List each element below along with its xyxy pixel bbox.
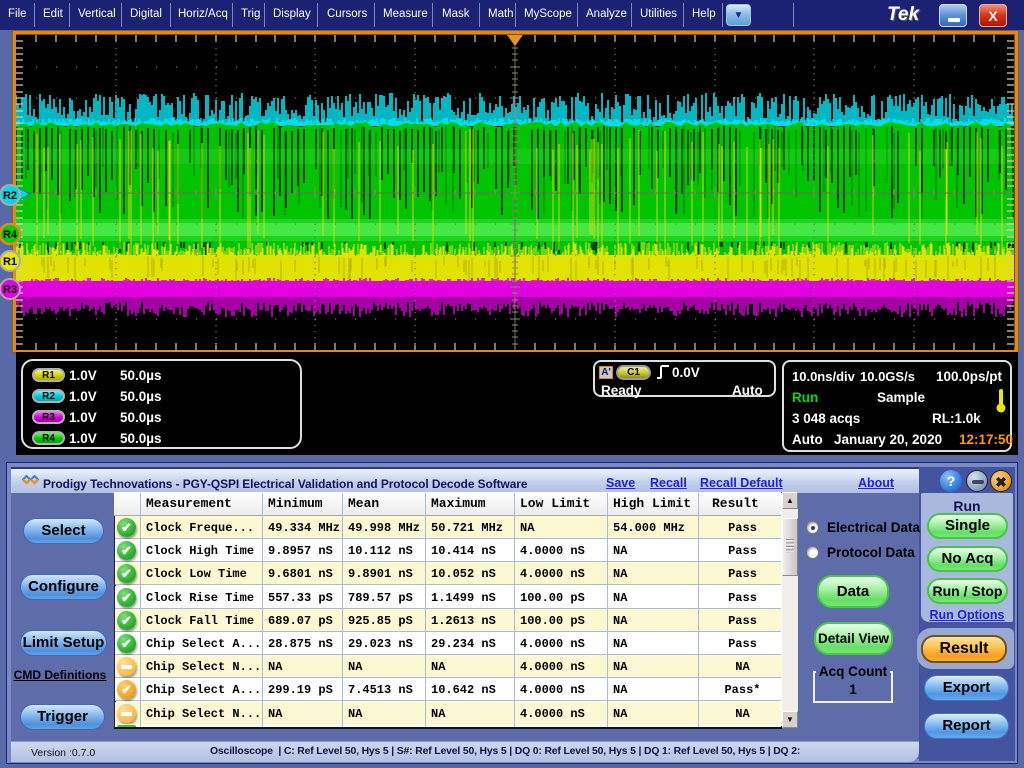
svg-text:R4: R4	[3, 229, 18, 241]
svg-text:R3: R3	[3, 284, 17, 296]
svg-text:R1: R1	[3, 256, 17, 268]
svg-text:R2: R2	[3, 190, 17, 202]
